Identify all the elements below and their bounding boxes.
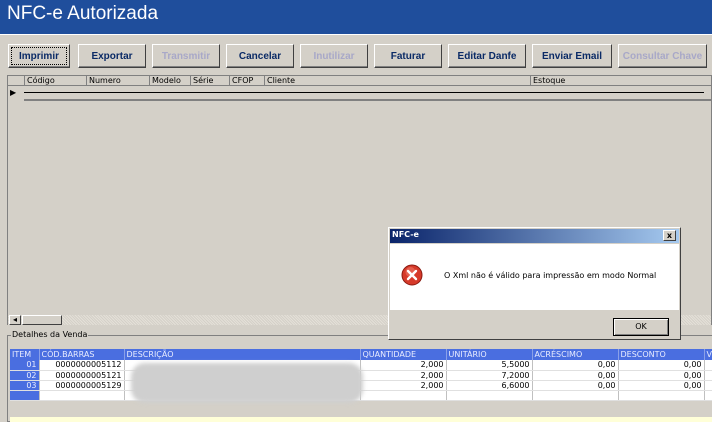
barcode-cell: 0000000005129 [39,380,125,391]
row-indicator-icon: ▶ [10,88,17,97]
unit-cell: 5,5000 [446,360,533,371]
table-row[interactable]: 01 0000000005112 2,000 5,5000 0,00 0,00 [10,360,712,371]
grid-col-codigo[interactable]: Código [24,76,55,86]
col-discount[interactable]: DESCONTO [618,349,705,360]
details-footer-strip [10,417,712,422]
error-dialog: NFC-e x O Xml não é válido para impressã… [388,227,681,340]
grid-col-serie[interactable]: Série [190,76,213,86]
quantity-cell [360,390,447,401]
print-button[interactable]: Imprimir [8,44,70,68]
quantity-cell: 2,000 [360,380,447,391]
item-cell: 03 [10,380,40,391]
discount-cell: 0,00 [618,380,705,391]
details-header-row: ITEM CÓD.BARRAS DESCRIÇÃO QUANTIDADE UNI… [10,349,712,360]
increase-cell: 0,00 [532,370,619,381]
item-cell: 01 [10,360,40,371]
grid-row-divider [24,92,704,93]
scroll-left-icon[interactable]: ◂ [9,315,21,325]
dialog-title: NFC-e [392,230,419,239]
barcode-cell [39,390,125,401]
discount-cell [618,390,705,401]
grid-header: Código Numero Modelo Série CFOP Cliente … [8,76,711,86]
grid-col-numero[interactable]: Numero [86,76,121,86]
export-button[interactable]: Exportar [78,44,146,68]
dialog-titlebar[interactable]: NFC-e x [390,229,679,243]
item-cell [10,390,40,401]
col-description[interactable]: DESCRIÇÃO [124,349,361,360]
value-cell [704,380,712,391]
quantity-cell: 2,000 [360,370,447,381]
grid-col-estoque[interactable]: Estoque [530,76,565,86]
value-cell [704,390,712,401]
col-unit[interactable]: UNITÁRIO [446,349,533,360]
increase-cell: 0,00 [532,360,619,371]
inutilize-button[interactable]: Inutilizar [300,44,368,68]
cancel-button[interactable]: Cancelar [226,44,294,68]
value-cell [704,360,712,371]
increase-cell [532,390,619,401]
grid-col-cliente[interactable]: Cliente [264,76,295,86]
barcode-cell: 0000000005112 [39,360,125,371]
grid-row-divider [24,99,712,101]
edit-danfe-button[interactable]: Editar Danfe [448,44,526,68]
ok-button[interactable]: OK [613,318,669,336]
quantity-cell: 2,000 [360,360,447,371]
invoice-button[interactable]: Faturar [374,44,442,68]
grid-row[interactable]: ▶ [8,86,712,101]
error-icon [401,264,423,286]
dialog-message: O Xml não é válido para impressão em mod… [444,271,657,280]
transmit-button[interactable]: Transmitir [152,44,220,68]
value-cell [704,370,712,381]
discount-cell: 0,00 [618,360,705,371]
redacted-description [131,363,363,403]
dialog-body: O Xml não é válido para impressão em mod… [390,244,679,310]
grid-col-modelo[interactable]: Modelo [149,76,181,86]
close-icon[interactable]: x [663,230,676,241]
increase-cell: 0,00 [532,380,619,391]
send-email-button[interactable]: Enviar Email [532,44,612,68]
col-increase[interactable]: ACRÉSCIMO [532,349,619,360]
sale-details-group: Detalhes da Venda ITEM CÓD.BARRAS DESCRI… [7,330,712,422]
col-barcode[interactable]: CÓD.BARRAS [39,349,125,360]
toolbar: Imprimir Exportar Transmitir Cancelar In… [0,34,712,74]
details-legend: Detalhes da Venda [11,330,89,339]
item-cell: 02 [10,370,40,381]
window-title: NFC-e Autorizada [7,3,159,24]
unit-cell: 7,2000 [446,370,533,381]
grid-col-cfop[interactable]: CFOP [229,76,253,86]
col-value[interactable]: V [704,349,712,360]
col-item[interactable]: ITEM [10,349,40,360]
col-quantity[interactable]: QUANTIDADE [360,349,447,360]
window-titlebar: NFC-e Autorizada [0,0,712,34]
barcode-cell: 0000000005121 [39,370,125,381]
query-key-button[interactable]: Consultar Chave [618,44,707,68]
unit-cell: 6,6000 [446,380,533,391]
scrollbar-thumb[interactable] [22,315,62,325]
discount-cell: 0,00 [618,370,705,381]
unit-cell [446,390,533,401]
